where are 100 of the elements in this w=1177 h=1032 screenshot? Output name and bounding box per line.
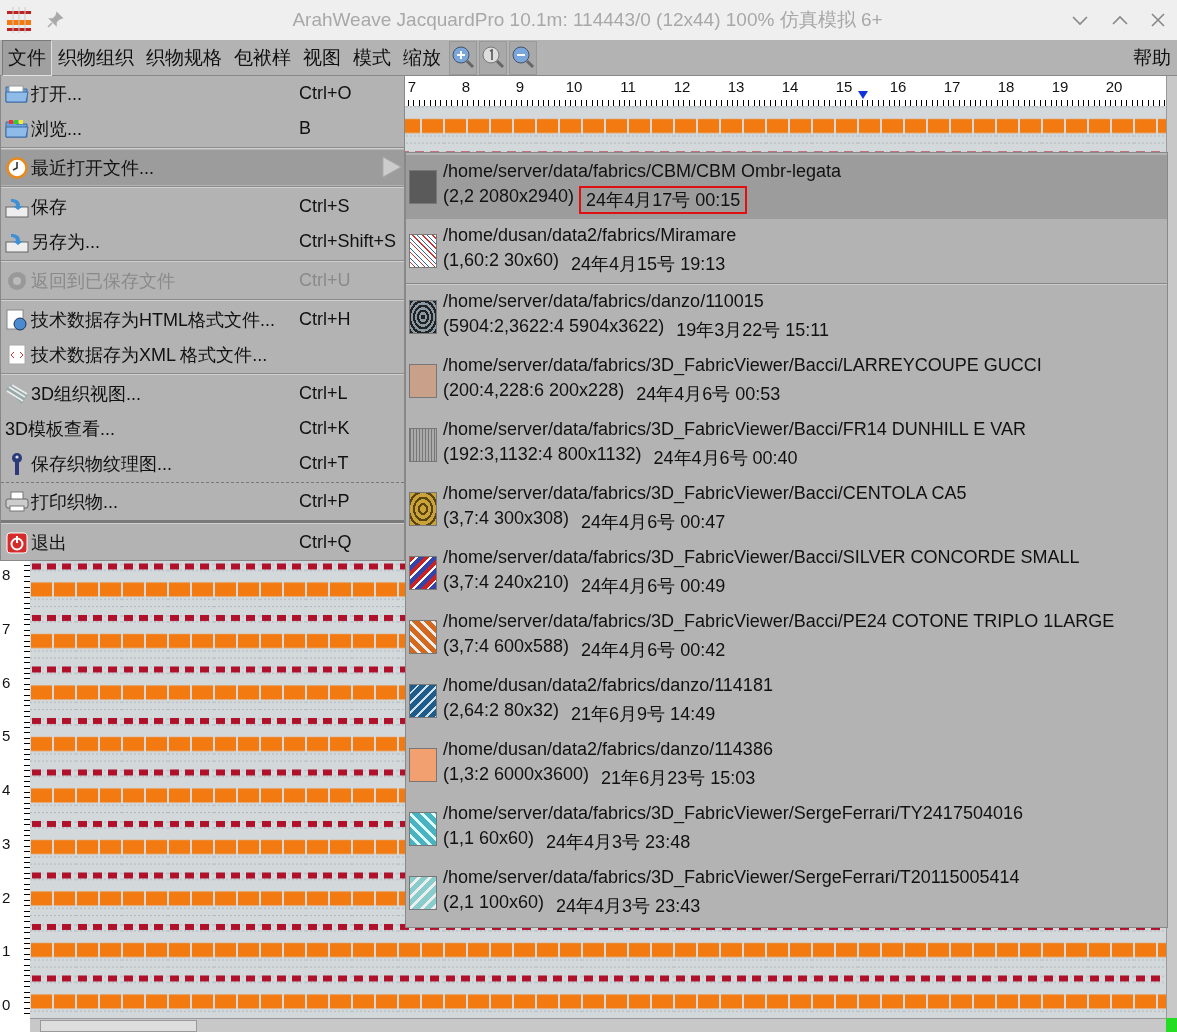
file-date: 24年4月17号 00:15: [579, 185, 748, 214]
recent-file-entry[interactable]: /home/server/data/fabrics/3D_FabricViewer/Bacci/FR14 DUNHILL E VAR (192:3,1132:4 800x1132) 24年4月6号 00:40: [406, 413, 1167, 477]
ruler-label: 2: [2, 888, 11, 906]
scroll-up-button[interactable]: [1166, 76, 1177, 106]
maximize-icon[interactable]: [1111, 14, 1129, 26]
menu-entry[interactable]: 保存织物纹理图... Ctrl+T: [1, 446, 404, 481]
fabric-thumbnail: [409, 234, 437, 268]
ruler-label: 13: [727, 78, 745, 95]
file-date: 24年4月6号 00:40: [652, 446, 799, 470]
menu-item[interactable]: 织物规格: [140, 39, 228, 76]
fabric-thumbnail: [409, 748, 437, 782]
recent-file-entry[interactable]: /home/server/data/fabrics/3D_FabricViewer/Bacci/LARREYCOUPE GUCCI (200:4,228:6 200x228) 24年4月6号 00:53: [406, 349, 1167, 413]
ruler-label: 1: [2, 942, 11, 960]
menu-entry[interactable]: 浏览... B: [1, 111, 404, 146]
zoom-actual-icon[interactable]: [479, 40, 507, 75]
ruler-label: 4: [2, 781, 11, 798]
revert-icon: [5, 269, 29, 292]
menu-entry[interactable]: 技术数据存为HTML格式文件... Ctrl+H: [1, 302, 404, 337]
file-details: (5904:2,3622:4 5904x3622): [443, 315, 665, 338]
weave-icon: [5, 382, 29, 405]
ruler-label: 7: [2, 619, 11, 637]
recent-file-entry[interactable]: /home/dusan/data2/fabrics/Miramare (1,60:2 30x60) 24年4月15号 19:13: [406, 219, 1167, 283]
ruler-label: 18: [997, 78, 1015, 95]
ruler-label: 16: [889, 78, 907, 95]
folder-icon: [5, 83, 29, 104]
file-details: (2,64:2 80x32): [443, 699, 560, 722]
menu-item[interactable]: 模式: [347, 39, 397, 76]
ruler-label: 5: [2, 727, 11, 745]
menu-entry[interactable]: 3D模板查看... Ctrl+K: [1, 411, 404, 446]
recent-file-entry[interactable]: /home/server/data/fabrics/3D_FabricViewer/SergeFerrari/T20115005414 (2,1 100x60) 24年4月3号 23:43: [406, 861, 1167, 925]
menu-entry[interactable]: 打开... Ctrl+O: [1, 76, 404, 111]
fabric-thumbnail: [409, 812, 437, 846]
file-date: 24年4月3号 23:43: [555, 894, 702, 918]
file-details: (3,7:4 240x210): [443, 571, 570, 594]
recent-file-entry[interactable]: /home/dusan/data2/fabrics/danzo/114386 (1,3:2 6000x3600) 21年6月23号 15:03: [406, 733, 1167, 797]
power-icon: [5, 531, 29, 554]
ruler-label: 12: [673, 78, 691, 95]
file-details: (200:4,228:6 200x228): [443, 379, 625, 402]
ruler-label: 3: [2, 834, 11, 852]
file-details: (2,2 2080x2940): [443, 185, 575, 208]
fabric-thumbnail: [409, 364, 437, 398]
menu-item[interactable]: 包袱样: [228, 39, 297, 76]
ruler-label: 9: [515, 78, 525, 95]
file-details: (1,1 60x60): [443, 827, 535, 850]
zoom-in-icon[interactable]: [449, 40, 477, 75]
fabric-thumbnail: [409, 876, 437, 910]
file-details: (2,1 100x60): [443, 891, 545, 914]
ruler-label: 8: [461, 78, 471, 95]
file-date: 24年4月15号 19:13: [570, 252, 727, 276]
menu-entry[interactable]: 打印织物... Ctrl+P: [1, 484, 404, 519]
ruler-label: 10: [565, 78, 583, 95]
zoom-out-icon[interactable]: [509, 40, 537, 75]
menu-entry[interactable]: 退出 Ctrl+Q: [1, 525, 404, 560]
file-date: 19年3月22号 15:11: [675, 318, 830, 342]
ruler-label: 11: [620, 78, 636, 95]
app-icon: [6, 7, 32, 33]
scrollbar-thumb[interactable]: [40, 1020, 197, 1032]
menu-item[interactable]: 文件: [2, 39, 52, 76]
recent-file-entry[interactable]: /home/server/data/fabrics/3D_FabricViewer/Bacci/SILVER CONCORDE SMALL (3,7:4 240x210) 24年4月6号 00:49: [406, 541, 1167, 605]
file-date: 21年6月23号 15:03: [600, 766, 757, 790]
status-indicator: [1166, 1018, 1177, 1032]
menu-entry[interactable]: 另存为... Ctrl+Shift+S: [1, 224, 404, 259]
ruler-label: 8: [2, 566, 11, 583]
ruler-label: 19: [1051, 78, 1069, 95]
folder-icon: [5, 118, 29, 139]
menu-entry[interactable]: 保存 Ctrl+S: [1, 189, 404, 224]
menu-entry[interactable]: 3D组织视图... Ctrl+L: [1, 376, 404, 411]
menu-entry[interactable]: 最近打开文件...: [1, 150, 404, 185]
position-marker-icon: [858, 91, 868, 99]
fabric-thumbnail: [409, 620, 437, 654]
file-details: (3,7:4 600x588): [443, 635, 570, 658]
file-date: 24年4月6号 00:42: [580, 638, 727, 662]
recent-file-entry[interactable]: /home/dusan/data2/fabrics/danzo/114181 (2,64:2 80x32) 21年6月9号 14:49: [406, 669, 1167, 733]
fabric-thumbnail: [409, 684, 437, 718]
file-date: 24年4月6号 00:49: [580, 574, 727, 598]
window-title: ArahWeave JacquardPro 10.1m: 114443/0 (12x44) 100% 仿真模拟 6+: [291, 8, 884, 32]
recent-file-entry[interactable]: /home/server/data/fabrics/3D_FabricViewer/Bacci/CENTOLA CA5 (3,7:4 300x308) 24年4月6号 00:47: [406, 477, 1167, 541]
file-date: 24年4月6号 00:53: [635, 382, 782, 406]
menu-entry[interactable]: 技术数据存为XML 格式文件...: [1, 337, 404, 372]
file-details: (192:3,1132:4 800x1132): [443, 443, 642, 466]
menu-item[interactable]: 缩放: [397, 39, 447, 76]
document-globe-icon: [5, 308, 29, 331]
file-date: 24年4月6号 00:47: [580, 510, 727, 534]
ruler-label: 17: [943, 78, 961, 95]
pin-icon[interactable]: [46, 11, 64, 29]
fabric-thumbnail: [409, 428, 437, 462]
menu-item[interactable]: 视图: [297, 39, 347, 76]
close-icon[interactable]: [1151, 13, 1165, 27]
help-menu[interactable]: 帮助: [1133, 44, 1177, 71]
horizontal-scrollbar[interactable]: [30, 1018, 1166, 1032]
photo-placeholder: [409, 170, 437, 204]
menu-item[interactable]: 织物组织: [52, 39, 140, 76]
ruler-label: 15: [835, 78, 853, 95]
recent-file-entry[interactable]: /home/server/data/fabrics/danzo/110015 (5904:2,3622:4 5904x3622) 19年3月22号 15:11: [406, 285, 1167, 349]
file-details: (1,3:2 6000x3600): [443, 763, 590, 786]
fabric-thumbnail: [409, 556, 437, 590]
recent-file-entry[interactable]: /home/server/data/fabrics/3D_FabricViewer/SergeFerrari/TY2417504016 (1,1 60x60) 24年4月3号 23:48: [406, 797, 1167, 861]
minimize-icon[interactable]: [1071, 14, 1089, 26]
recent-file-entry[interactable]: /home/server/data/fabrics/3D_FabricViewer/Bacci/PE24 COTONE TRIPLO 1LARGE (3,7:4 600x588) 24年4月6号 00:42: [406, 605, 1167, 669]
recent-file-entry[interactable]: /home/server/data/fabrics/CBM/CBM Ombr-legata (2,2 2080x2940) 24年4月17号 00:15: [406, 155, 1167, 219]
